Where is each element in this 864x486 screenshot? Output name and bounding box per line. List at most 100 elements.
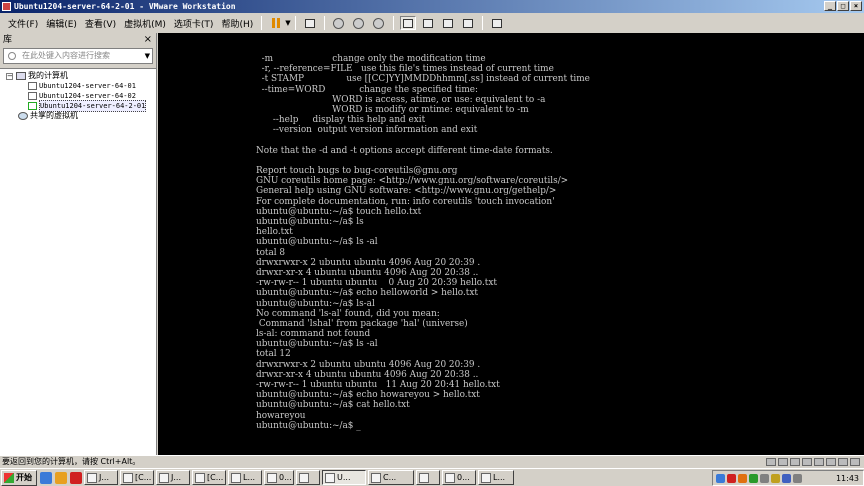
menu-edit[interactable]: 编辑(E) — [42, 17, 81, 30]
terminal-line: For complete documentation, run: info co… — [256, 196, 555, 207]
printer-icon[interactable] — [838, 458, 848, 466]
app-icon[interactable] — [70, 471, 82, 484]
terminal-line: drwxrwxr-x 2 ubuntu ubuntu 4096 Aug 20 2… — [256, 257, 481, 268]
terminal-line: GNU coreutils home page: <http://www.gnu… — [256, 176, 569, 187]
snapshot-icon — [333, 17, 345, 29]
terminal-line: total 12 — [256, 349, 291, 360]
terminal-output[interactable]: -m change only the modification time -r,… — [256, 54, 856, 431]
window-icon — [267, 472, 277, 483]
console-icon — [491, 18, 502, 28]
taskbar-button[interactable]: [C... — [192, 470, 226, 485]
cd-rom-icon[interactable] — [778, 458, 788, 466]
tray-icon[interactable] — [749, 473, 758, 483]
title-bar[interactable]: Ubuntu1204-server-64-2-01 - VMware Works… — [0, 0, 864, 13]
window-icon — [231, 472, 241, 483]
menu-help[interactable]: 帮助(H) — [217, 17, 257, 30]
taskbar-buttons: J... [C... J... [C... L... 0... U... C... 0... L.… — [82, 470, 514, 485]
windows-logo-icon — [4, 472, 14, 483]
tree-item-shared-vms[interactable]: 共享的虚拟机 — [18, 111, 78, 121]
taskbar-button[interactable]: 0... — [264, 470, 294, 485]
floppy-icon[interactable] — [790, 458, 800, 466]
menu-file[interactable]: 文件(F) — [4, 17, 42, 30]
taskbar-button[interactable]: L... — [228, 470, 262, 485]
tree-item-my-computer[interactable]: − 我的计算机 — [6, 71, 68, 81]
taskbar-button[interactable]: L... — [478, 470, 514, 485]
taskbar-button[interactable]: [C... — [120, 470, 154, 485]
chevron-down-icon[interactable]: ▼ — [285, 19, 290, 27]
message-icon[interactable] — [850, 458, 860, 466]
terminal-line: drwxr-xr-x 4 ubuntu ubuntu 4096 Aug 20 2… — [256, 369, 479, 380]
full-screen-button[interactable] — [440, 16, 456, 30]
menu-tabs[interactable]: 选项卡(T) — [170, 17, 218, 30]
toolbar-separator — [261, 16, 263, 30]
hard-disk-icon[interactable] — [766, 458, 776, 466]
taskbar-button[interactable] — [416, 470, 440, 485]
ie-icon[interactable] — [40, 471, 52, 484]
vm-console[interactable]: -m change only the modification time -r,… — [158, 33, 864, 455]
terminal-line: WORD is access, atime, or use: equivalen… — [256, 94, 546, 105]
usb-icon[interactable] — [814, 458, 824, 466]
start-label: 开始 — [16, 473, 32, 482]
tree-item-vm[interactable]: Ubuntu1204-server-64-01 — [28, 81, 136, 91]
menu-vm[interactable]: 虚拟机(M) — [120, 17, 170, 30]
tray-icon[interactable] — [782, 473, 791, 483]
sound-icon[interactable] — [826, 458, 836, 466]
terminal-line: Command 'lshal' from package 'hal' (univ… — [256, 318, 468, 329]
console-view-button[interactable] — [489, 16, 505, 30]
tray-icon[interactable] — [727, 473, 736, 483]
window-icon — [325, 472, 335, 483]
browser-icon[interactable] — [55, 471, 67, 484]
menu-view[interactable]: 查看(V) — [81, 17, 120, 30]
clock[interactable]: 11:43 — [836, 474, 859, 483]
taskbar-button[interactable]: C... — [368, 470, 414, 485]
start-button[interactable]: 开始 — [1, 469, 37, 486]
tray-icon[interactable] — [771, 473, 780, 483]
taskbar-button[interactable]: J... — [156, 470, 190, 485]
volume-icon[interactable] — [793, 473, 802, 483]
close-button[interactable]: × — [850, 1, 862, 11]
taskbar-button[interactable]: J... — [84, 470, 118, 485]
snapshot-manager-button[interactable] — [371, 16, 387, 30]
terminal-line: -rw-rw-r-- 1 ubuntu ubuntu 11 Aug 20 20:… — [256, 380, 500, 390]
network-icon[interactable] — [802, 458, 812, 466]
thumbnail-bar-button[interactable] — [420, 16, 436, 30]
vm-running-icon — [28, 102, 37, 110]
window-icon — [445, 472, 455, 483]
unity-button[interactable] — [460, 16, 476, 30]
send-ctrl-alt-del-button[interactable] — [302, 16, 318, 30]
terminal-line: WORD is modify or mtime: equivalent to -… — [256, 104, 529, 115]
terminal-line: -t STAMP use [[CC]YY]MMDDhhmm[.ss] inste… — [256, 74, 590, 85]
vm-icon — [28, 92, 37, 100]
tray-icon[interactable] — [716, 473, 725, 483]
search-icon — [8, 52, 16, 60]
search-placeholder: 在此处键入内容进行搜索 — [22, 51, 110, 60]
taskbar-button[interactable]: U... — [322, 470, 366, 485]
computer-icon — [304, 18, 315, 28]
terminal-line: howareyou — [256, 410, 306, 421]
toolbar-separator — [481, 16, 483, 30]
taskbar-button[interactable] — [296, 470, 320, 485]
terminal-line: General help using GNU software: <http:/… — [256, 186, 557, 197]
library-search-input[interactable]: 在此处键入内容进行搜索 ▼ — [3, 48, 153, 64]
revert-snapshot-button[interactable] — [351, 16, 367, 30]
maximize-button[interactable]: □ — [837, 1, 849, 11]
collapse-icon[interactable]: − — [6, 72, 13, 80]
terminal-line: --version output version information and… — [256, 125, 478, 136]
library-tree: − 我的计算机 Ubuntu1204-server-64-01 Ubuntu12… — [0, 68, 156, 455]
library-header: 库 × — [0, 33, 156, 47]
tree-item-vm-selected[interactable]: Ubuntu1204-server-64-2-01 — [28, 100, 147, 112]
minimize-button[interactable]: _ — [824, 1, 836, 11]
pause-button[interactable] — [268, 16, 284, 30]
show-library-button[interactable] — [399, 16, 416, 30]
toolbar-separator — [294, 16, 296, 30]
snapshot-button[interactable] — [331, 16, 347, 30]
taskbar-button[interactable]: 0... — [442, 470, 476, 485]
tray-icon[interactable] — [738, 473, 747, 483]
tray-icon[interactable] — [760, 473, 769, 483]
terminal-line: -m change only the modification time — [256, 54, 486, 64]
close-icon[interactable]: × — [144, 33, 152, 47]
status-bar: 要返回到您的计算机，请按 Ctrl+Alt。 — [0, 455, 864, 468]
chevron-down-icon[interactable]: ▼ — [145, 49, 150, 63]
taskbar-button-label: J... — [171, 473, 181, 482]
